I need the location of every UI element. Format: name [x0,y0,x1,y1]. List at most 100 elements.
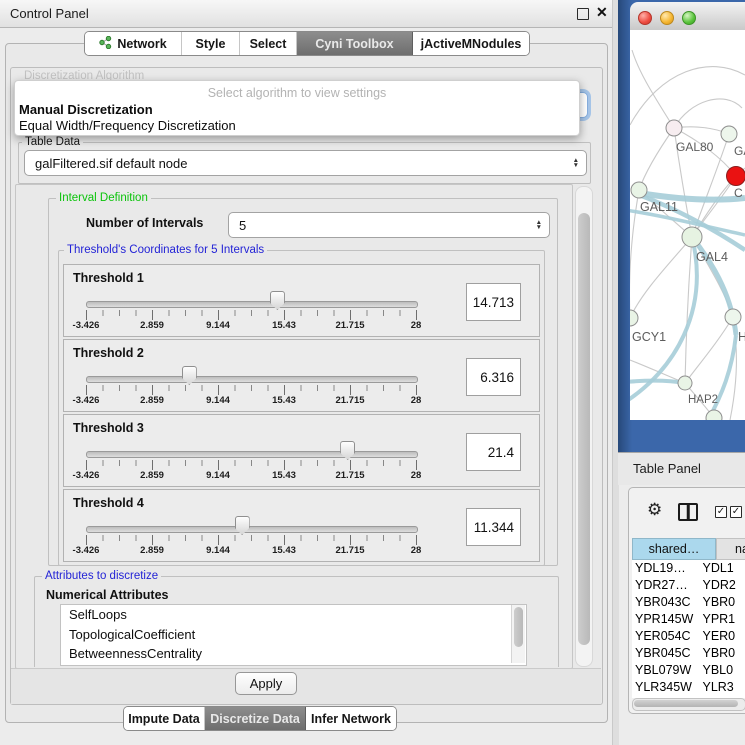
number-of-intervals-combobox[interactable]: 5 ▲▼ [228,212,550,238]
cell-name[interactable]: YBR0 [696,645,745,662]
cell-name[interactable]: YPR1 [696,611,745,628]
attributes-scrollbar[interactable] [511,605,525,663]
slider-scale-label: 21.715 [335,320,364,331]
threshold-2-slider-track[interactable] [86,376,418,383]
network-node-hap2[interactable] [678,376,692,390]
tab-style[interactable]: Style [182,32,240,55]
network-edge[interactable] [630,67,745,125]
table-row[interactable]: YBR045CYBR0 [632,645,745,662]
zoom-traffic-light-icon[interactable] [682,11,696,25]
gear-icon[interactable]: ⚙ [647,500,662,520]
attribute-list-item[interactable]: TopologicalCoefficient [61,625,526,645]
close-traffic-light-icon[interactable] [638,11,652,25]
numerical-attributes-heading: Numerical Attributes [46,588,168,602]
cell-shared-name[interactable]: YBR043C [632,594,696,611]
threshold-1-label: Threshold 1 [73,271,144,285]
tab-cyni-toolbox[interactable]: Cyni Toolbox [297,32,413,55]
network-node-h[interactable] [725,309,741,325]
network-edge[interactable] [632,50,674,128]
network-node-gal11[interactable] [631,182,647,198]
cell-name[interactable]: YDL1 [696,560,745,577]
tab-jactivemnodules[interactable]: jActiveMNodules [413,32,529,55]
threshold-2-label: Threshold 2 [73,346,144,360]
table-panel-title: Table Panel [633,461,701,476]
network-node-gal80[interactable] [666,120,682,136]
network-edge[interactable] [685,317,733,383]
slider-scale-label: 2.859 [140,545,164,556]
table-header-name[interactable]: na [716,538,745,560]
cell-name[interactable]: YBL0 [696,662,745,679]
checkbox-icon[interactable]: ✓ [715,506,727,518]
dropdown-option-equal-width-frequency[interactable]: Equal Width/Frequency Discretization [19,118,236,133]
checkbox-icon[interactable]: ✓ [730,506,742,518]
tab-network[interactable]: Network [85,32,182,55]
network-edge[interactable] [674,99,742,128]
network-node-gal4[interactable] [682,227,702,247]
threshold-1-slider-track[interactable] [86,301,418,308]
cell-name[interactable]: YBR0 [696,594,745,611]
cell-shared-name[interactable]: YBR045C [632,645,696,662]
table-hscrollbar-thumb[interactable] [634,700,738,707]
threshold-3-value-field[interactable]: 21.4 [466,433,521,471]
cell-shared-name[interactable]: YLR345W [632,679,696,696]
threshold-3-slider-track[interactable] [86,451,418,458]
slider-scale-label: 21.715 [335,545,364,556]
table-row[interactable]: YLR345WYLR3 [632,679,745,696]
tab-infer-network[interactable]: Infer Network [306,707,396,730]
network-canvas[interactable]: GAL80GACGAL11GAL4GCY1HHAP2 [630,30,745,420]
dropdown-option-manual-discretization[interactable]: Manual Discretization [19,102,153,117]
attributes-scrollbar-thumb[interactable] [514,607,523,647]
tab-impute-data[interactable]: Impute Data [124,707,205,730]
columns-icon[interactable] [678,503,698,521]
table-header-shared-name[interactable]: shared… [632,538,716,560]
network-node-gcy1[interactable] [630,310,638,326]
network-node-ga[interactable] [721,126,737,142]
table-row[interactable]: YDL19…YDL1 [632,560,745,577]
tab-discretize-data[interactable]: Discretize Data [205,707,306,730]
table-row[interactable]: YER054CYER0 [632,628,745,645]
table-row[interactable]: YDR27…YDR2 [632,577,745,594]
network-edge-thick[interactable] [639,193,745,200]
network-edge-thick[interactable] [630,381,685,383]
slider-scale-label: 2.859 [140,320,164,331]
settings-scrollbar[interactable] [575,186,593,667]
tab-select[interactable]: Select [240,32,297,55]
cell-shared-name[interactable]: YBL079W [632,662,696,679]
settings-scrollbar-thumb[interactable] [578,213,590,645]
table-row[interactable]: YBR043CYBR0 [632,594,745,611]
minimize-traffic-light-icon[interactable] [660,11,674,25]
close-icon[interactable]: ✕ [596,4,608,21]
attribute-list-item[interactable]: BetweennessCentrality [61,644,526,664]
network-node-label: GA [734,144,745,158]
float-window-icon[interactable] [577,8,589,20]
cell-shared-name[interactable]: YDR27… [632,577,696,594]
threshold-1-value-field[interactable]: 14.713 [466,283,521,321]
combo-stepper-icon: ▲▼ [529,220,549,231]
cell-name[interactable]: YER0 [696,628,745,645]
cell-shared-name[interactable]: YPR145W [632,611,696,628]
node-table[interactable]: YDL19…YDL1YDR27…YDR2YBR043CYBR0YPR145WYP… [632,560,745,698]
network-edge[interactable] [630,237,692,318]
threshold-4-value-field[interactable]: 11.344 [466,508,521,546]
network-edge[interactable] [639,128,674,190]
screen: Control Panel ✕ NetworkStyleSelectCyni T… [0,0,745,745]
network-node-c[interactable] [727,167,745,186]
threshold-2-value-field[interactable]: 6.316 [466,358,521,396]
table-data-combobox[interactable]: galFiltered.sif default node ▲▼ [24,150,587,176]
table-row[interactable]: YBL079WYBL0 [632,662,745,679]
table-row[interactable]: YPR145WYPR1 [632,611,745,628]
attribute-list-item[interactable]: SelfLoops [61,605,526,625]
slider-scale-label: -3.426 [73,395,100,406]
threshold-4-slider-track[interactable] [86,526,418,533]
tab-label: Cyni Toolbox [315,37,393,51]
cell-name[interactable]: YLR3 [696,679,745,696]
cell-name[interactable]: YDR2 [696,577,745,594]
numerical-attributes-list[interactable]: SelfLoopsTopologicalCoefficientBetweenne… [60,604,527,666]
slider-scale-label: 9.144 [206,470,230,481]
table-hscrollbar[interactable] [632,698,745,711]
apply-button[interactable]: Apply [235,672,297,695]
cell-shared-name[interactable]: YER054C [632,628,696,645]
network-window-titlebar[interactable] [630,2,745,31]
tick-marks [86,535,417,545]
cell-shared-name[interactable]: YDL19… [632,560,696,577]
